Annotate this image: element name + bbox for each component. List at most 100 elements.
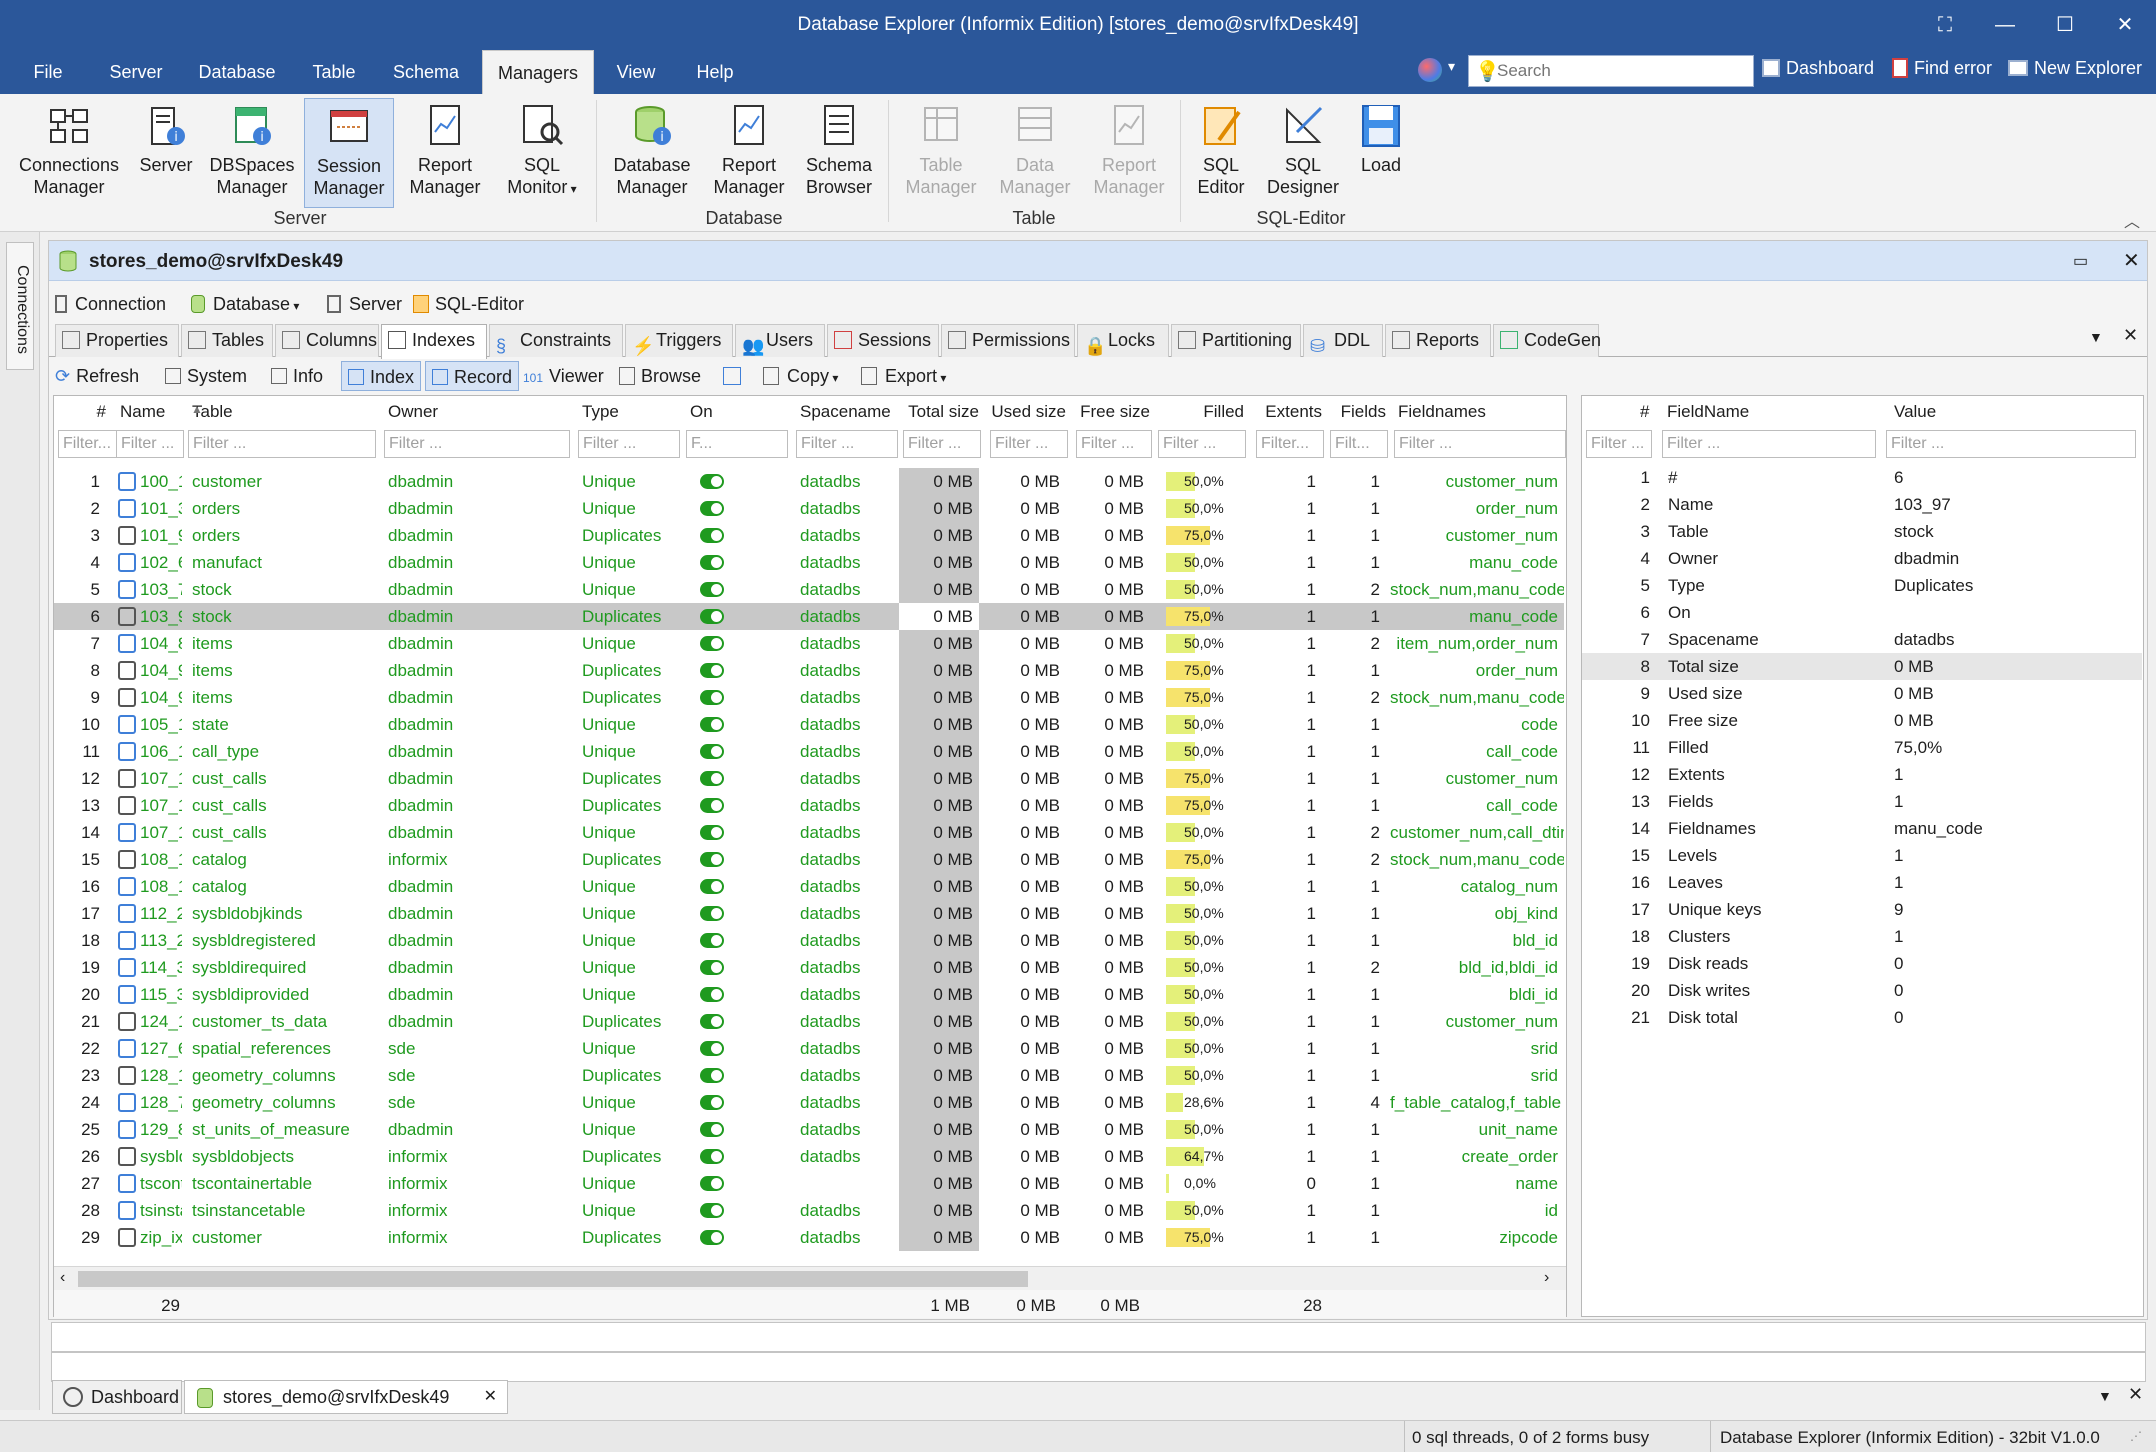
table-row[interactable]: 24 128_78 geometry_columns sde Unique datadbs… <box>54 1089 1564 1116</box>
list-item[interactable]: 19 Disk reads 0 <box>1582 950 2142 977</box>
tab-list-dropdown-icon[interactable]: ▼ <box>2089 329 2103 345</box>
system-button[interactable]: System <box>165 361 247 391</box>
grid-filter-8[interactable]: Filter ... <box>990 430 1068 458</box>
tab-indexes[interactable]: Indexes <box>381 324 487 359</box>
tab-properties[interactable]: Properties <box>55 324 179 357</box>
table-row[interactable]: 3 101_96 orders dbadmin Duplicates datadbs 0 M… <box>54 522 1564 549</box>
table-row[interactable]: 20 115_33 sysbldiprovided dbadmin Unique data… <box>54 981 1564 1008</box>
dashboard-tab[interactable]: Dashboard <box>52 1380 182 1414</box>
list-item[interactable]: 9 Used size 0 MB <box>1582 680 2142 707</box>
index-enabled-toggle[interactable] <box>682 981 786 1008</box>
menu-schema[interactable]: Schema <box>386 50 466 94</box>
index-enabled-toggle[interactable] <box>682 765 786 792</box>
list-item[interactable]: 4 Owner dbadmin <box>1582 545 2142 572</box>
table-row[interactable]: 21 124_104 customer_ts_data dbadmin Duplicat… <box>54 1008 1564 1035</box>
db-report-manager-button[interactable]: Report Manager <box>704 98 794 208</box>
grid-col-7[interactable]: Total size <box>899 402 979 422</box>
index-enabled-toggle[interactable] <box>682 603 786 630</box>
table-row[interactable]: 10 105_12 state dbadmin Unique datadbs 0 MB 0 M… <box>54 711 1564 738</box>
index-enabled-toggle[interactable] <box>682 1116 786 1143</box>
tab-constraints[interactable]: § Constraints <box>489 324 623 357</box>
horizontal-scrollbar[interactable]: ‹ › <box>54 1266 1566 1290</box>
close-tab-icon[interactable]: ✕ <box>2128 1384 2143 1405</box>
server-tool-button[interactable]: Server <box>327 289 402 319</box>
browse-button[interactable]: Browse <box>619 361 701 391</box>
tab-reports[interactable]: Reports <box>1385 324 1491 357</box>
table-row[interactable]: 17 112_26 sysbldobjkinds dbadmin Unique datad… <box>54 900 1564 927</box>
search-input[interactable] <box>1497 61 1747 81</box>
table-row[interactable]: 8 104_98 items dbadmin Duplicates datadbs 0 MB… <box>54 657 1564 684</box>
tab-users[interactable]: 👥 Users <box>735 324 825 357</box>
index-enabled-toggle[interactable] <box>682 1089 786 1116</box>
grid-filter-6[interactable]: Filter ... <box>796 430 898 458</box>
grid-filter-4[interactable]: Filter ... <box>578 430 680 458</box>
grid-col-12[interactable]: Fields <box>1326 402 1386 422</box>
grid-col-5[interactable]: On <box>690 402 794 422</box>
grid-col-1[interactable]: Name <box>120 402 190 422</box>
list-item[interactable]: 1 #6 <box>1582 464 2142 491</box>
grid-col-8[interactable]: Used size <box>986 402 1066 422</box>
table-row[interactable]: 1 100_1 customer dbadmin Unique datadbs 0 MB 0 … <box>54 468 1564 495</box>
database-dropdown[interactable]: Database ▾ <box>191 289 299 319</box>
grid-filter-2[interactable]: Filter ... <box>188 430 376 458</box>
table-row[interactable]: 29 zip_ix customer informix Duplicates datadb… <box>54 1224 1564 1251</box>
tab-codegen[interactable]: CodeGen <box>1493 324 1601 357</box>
list-item[interactable]: 10 Free size 0 MB <box>1582 707 2142 734</box>
grid-filter-10[interactable]: Filter ... <box>1158 430 1246 458</box>
session-manager-button[interactable]: Session Manager <box>304 98 394 208</box>
table-row[interactable]: 16 108_15 catalog dbadmin Unique datadbs 0 MB 0… <box>54 873 1564 900</box>
sql-editor-tool-button[interactable]: SQL-Editor <box>413 289 524 319</box>
index-enabled-toggle[interactable] <box>682 1062 786 1089</box>
scroll-thumb[interactable] <box>78 1271 1028 1287</box>
tab-triggers[interactable]: ⚡ Triggers <box>625 324 733 357</box>
report-manager-button[interactable]: Report Manager <box>400 98 490 208</box>
database-manager-button[interactable]: i Database Manager <box>604 98 700 208</box>
tab-columns[interactable]: Columns <box>275 324 379 357</box>
sql-editor-button[interactable]: SQL Editor <box>1186 98 1256 208</box>
new-explorer-link[interactable]: New Explorer <box>2008 58 2142 79</box>
list-item[interactable]: 17 Unique keys 9 <box>1582 896 2142 923</box>
index-enabled-toggle[interactable] <box>682 522 786 549</box>
close-tab-icon[interactable]: ✕ <box>484 1381 497 1413</box>
index-enabled-toggle[interactable] <box>682 1224 786 1251</box>
pin-icon[interactable]: ▭ <box>2073 251 2088 271</box>
table-row[interactable]: 18 113_28 sysbldregistered dbadmin Unique dat… <box>54 927 1564 954</box>
list-item[interactable]: 5 Type Duplicates <box>1582 572 2142 599</box>
list-item[interactable]: 11 Filled 75,0% <box>1582 734 2142 761</box>
table-row[interactable]: 5 103_7 stock dbadmin Unique datadbs 0 MB 0 MB 0… <box>54 576 1564 603</box>
collapse-ribbon-icon[interactable]: ︿ <box>2124 208 2140 232</box>
index-enabled-toggle[interactable] <box>682 819 786 846</box>
table-row[interactable]: 9 104_99 items dbadmin Duplicates datadbs 0 MB… <box>54 684 1564 711</box>
tab-locks[interactable]: 🔒 Locks <box>1077 324 1169 357</box>
table-row[interactable]: 14 107_14 cust_calls dbadmin Unique datadbs 0 … <box>54 819 1564 846</box>
grid-col-6[interactable]: Spacename <box>800 402 904 422</box>
table-row[interactable]: 11106_13call_typedbadminUniquedatadbs0 M… <box>54 738 1564 765</box>
table-row[interactable]: 23 128_106 geometry_columns sde Duplicates da… <box>54 1062 1564 1089</box>
table-row[interactable]: 19 114_30 sysbldirequired dbadmin Unique data… <box>54 954 1564 981</box>
list-item[interactable]: 21 Disk total 0 <box>1582 1004 2142 1031</box>
table-manager-button[interactable]: Table Manager <box>894 98 988 208</box>
info-button[interactable]: Info <box>271 361 323 391</box>
grid-filter-12[interactable]: Filt... <box>1330 430 1388 458</box>
close-document-icon[interactable]: ✕ <box>2123 248 2140 273</box>
list-item[interactable]: 6 On <box>1582 599 2142 626</box>
refresh-button[interactable]: ⟳ Refresh <box>55 361 139 391</box>
connection-button[interactable]: Connection <box>55 289 166 319</box>
data-manager-button[interactable]: Data Manager <box>990 98 1080 208</box>
list-item[interactable]: 8 Total size 0 MB <box>1582 653 2142 680</box>
index-enabled-toggle[interactable] <box>682 657 786 684</box>
find-error-link[interactable]: Find error <box>1892 58 1992 79</box>
index-enabled-toggle[interactable] <box>682 495 786 522</box>
close-tab-icon[interactable]: ✕ <box>2123 325 2138 346</box>
grid-col-3[interactable]: Owner <box>388 402 576 422</box>
detail-filter-fieldname[interactable]: Filter ... <box>1662 430 1876 458</box>
grid-col-9[interactable]: Free size <box>1072 402 1150 422</box>
grid-col-0[interactable]: # <box>54 402 106 422</box>
schema-browser-button[interactable]: Schema Browser <box>798 98 880 208</box>
table-row[interactable]: 26 sysbldobjindex sysbldobjects informix Dup… <box>54 1143 1564 1170</box>
table-row[interactable]: 28 tsinstancetable_id tsinstancetable infor… <box>54 1197 1564 1224</box>
maximize-button[interactable]: ☐ <box>2045 10 2085 40</box>
grid-filter-3[interactable]: Filter ... <box>384 430 570 458</box>
server-button[interactable]: i Server <box>134 98 198 208</box>
index-enabled-toggle[interactable] <box>682 873 786 900</box>
